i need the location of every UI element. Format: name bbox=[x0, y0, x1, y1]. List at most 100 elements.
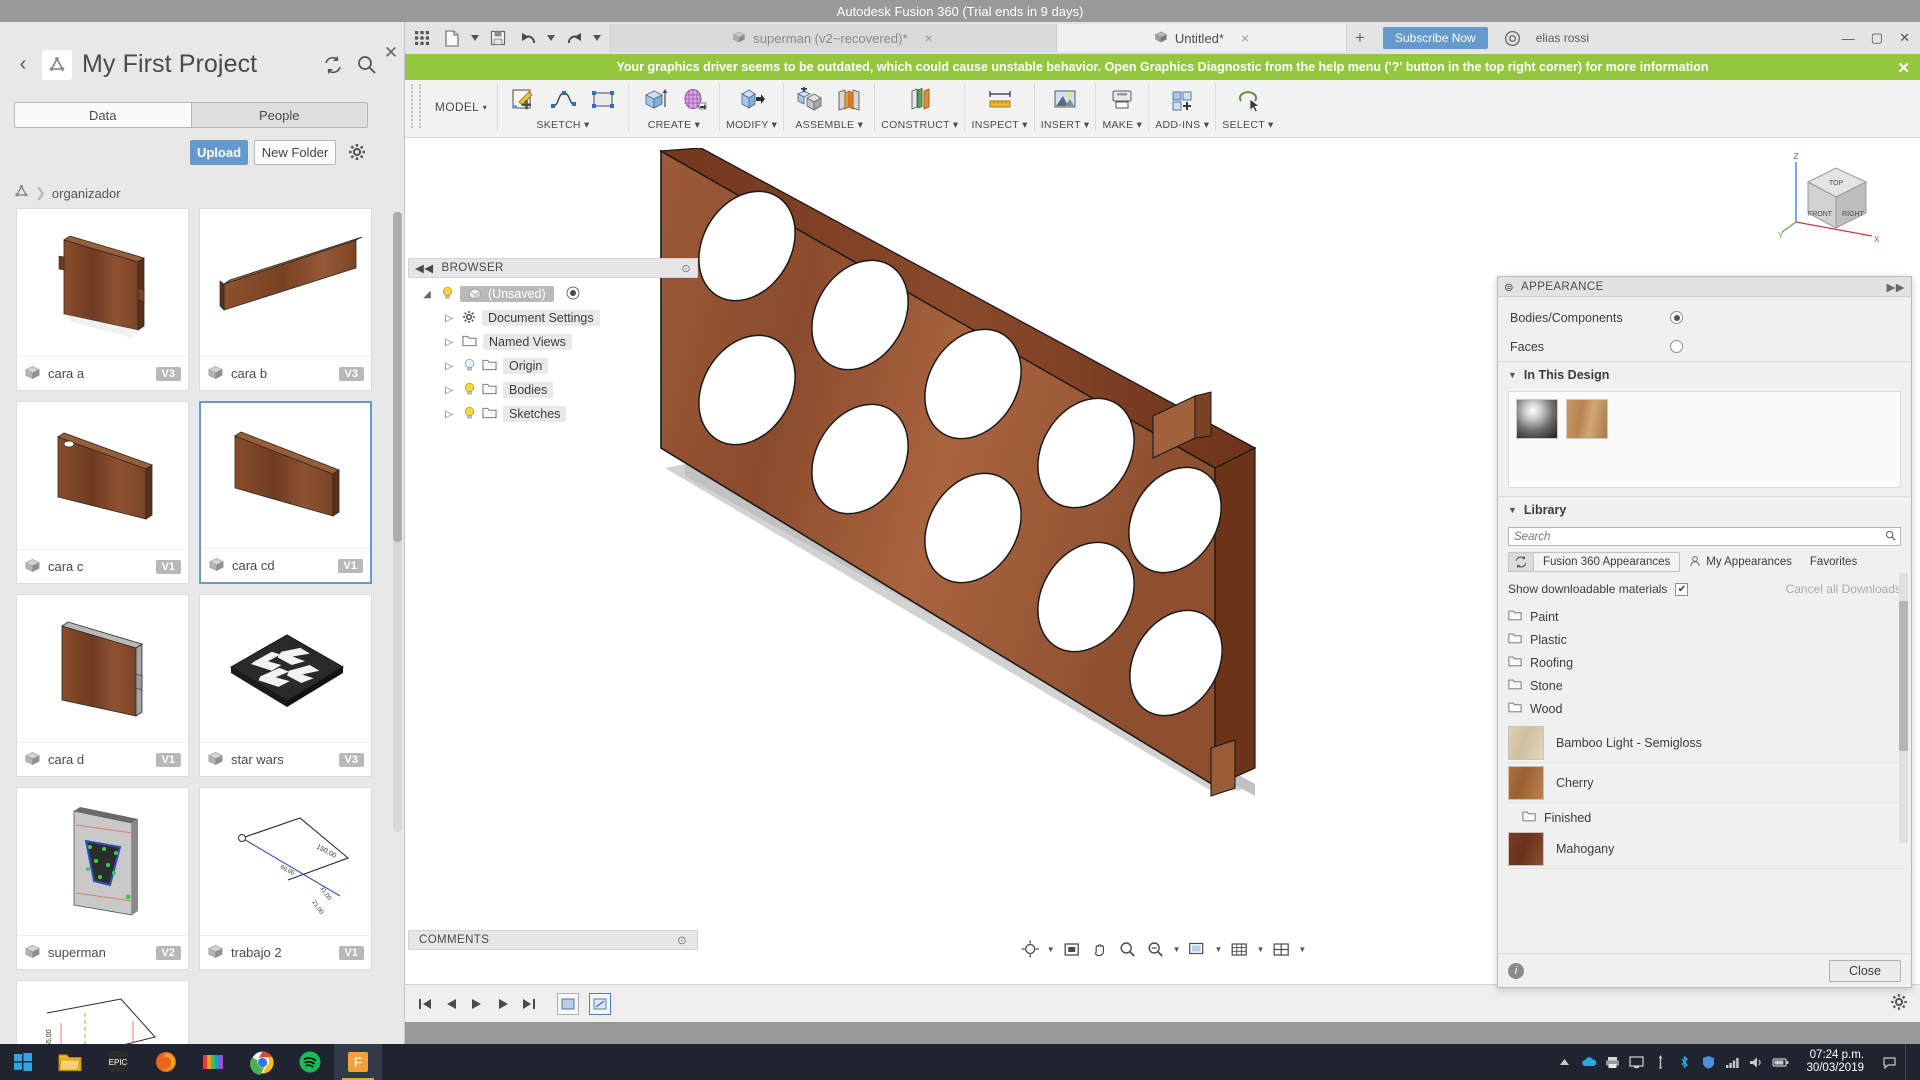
new-component-icon[interactable] bbox=[790, 83, 828, 117]
ribbon-label-assemble[interactable]: ASSEMBLE ▾ bbox=[795, 119, 863, 131]
save-icon[interactable] bbox=[485, 25, 511, 51]
list-item[interactable]: 150,00 60,00 31,00 21,00 trabajo 2 V1 bbox=[199, 787, 372, 970]
taskbar-clock[interactable]: 07:24 p.m. 30/03/2019 bbox=[1796, 1049, 1874, 1075]
search-icon[interactable] bbox=[356, 54, 378, 76]
info-icon[interactable]: i bbox=[1508, 962, 1524, 979]
tree-node-unsaved[interactable]: (Unsaved) bbox=[460, 286, 554, 302]
bluetooth-icon[interactable] bbox=[1676, 1054, 1693, 1071]
grid-snaps-icon[interactable] bbox=[1228, 938, 1250, 960]
zoom-window-icon[interactable] bbox=[1145, 938, 1167, 960]
tree-row-named-views[interactable]: ▷ Named Views bbox=[408, 330, 698, 354]
ribbon-label-inspect[interactable]: INSPECT ▾ bbox=[971, 119, 1027, 131]
list-item-roofing[interactable]: Roofing bbox=[1508, 651, 1905, 674]
close-icon[interactable]: ✕ bbox=[382, 44, 400, 62]
close-button[interactable]: Close bbox=[1829, 959, 1901, 982]
panel-dot-icon[interactable]: ⊙ bbox=[681, 262, 691, 275]
measure-icon[interactable] bbox=[981, 83, 1019, 117]
monitor-icon[interactable] bbox=[1628, 1054, 1645, 1071]
taskbar-google-chrome[interactable] bbox=[238, 1044, 286, 1080]
display-settings-icon[interactable] bbox=[1187, 938, 1209, 960]
show-desktop-button[interactable] bbox=[1905, 1044, 1912, 1080]
expand-triangle-icon[interactable]: ▷ bbox=[442, 313, 456, 324]
close-button[interactable]: ✕ bbox=[1899, 30, 1910, 46]
lightbulb-icon[interactable] bbox=[440, 286, 454, 303]
taskbar-firefox[interactable] bbox=[142, 1044, 190, 1080]
expand-triangle-icon[interactable]: ▷ bbox=[442, 337, 456, 348]
ribbon-label-select[interactable]: SELECT ▾ bbox=[1222, 119, 1273, 131]
skip-last-icon[interactable] bbox=[521, 995, 537, 1013]
play-icon[interactable] bbox=[469, 995, 485, 1013]
library-scrollbar[interactable] bbox=[1899, 573, 1908, 843]
document-tab-superman[interactable]: superman (v2~recovered)* × bbox=[609, 24, 1057, 52]
3d-print-icon[interactable] bbox=[1103, 83, 1141, 117]
joint-icon[interactable] bbox=[830, 83, 868, 117]
tree-row-bodies[interactable]: ▷ Bodies bbox=[408, 378, 698, 402]
maximize-button[interactable]: ▢ bbox=[1871, 30, 1883, 46]
expand-triangle-icon[interactable]: ◢ bbox=[420, 289, 434, 300]
ribbon-label-create[interactable]: CREATE ▾ bbox=[648, 119, 700, 131]
taskbar-epic-games[interactable]: EPIC bbox=[94, 1044, 142, 1080]
select-cursor-icon[interactable] bbox=[1229, 83, 1267, 117]
new-file-icon[interactable] bbox=[439, 25, 465, 51]
lightbulb-icon[interactable] bbox=[462, 406, 476, 423]
apply-to-faces-radio[interactable] bbox=[1670, 340, 1683, 353]
help-icon[interactable] bbox=[1500, 25, 1526, 51]
shield-icon[interactable] bbox=[1700, 1054, 1717, 1071]
network-icon[interactable] bbox=[1724, 1054, 1741, 1071]
close-icon[interactable]: × bbox=[925, 30, 933, 46]
step-back-icon[interactable] bbox=[443, 995, 459, 1013]
ribbon-label-construct[interactable]: CONSTRUCT ▾ bbox=[881, 119, 958, 131]
library-list[interactable]: Paint Plastic Roofing Stone Wood Bamboo … bbox=[1508, 605, 1905, 895]
list-item[interactable]: 65,00 bbox=[16, 980, 189, 1044]
caret-down-icon[interactable]: ▼ bbox=[1047, 945, 1055, 954]
caret-down-icon[interactable] bbox=[545, 25, 557, 51]
swatch-chrome-polished[interactable] bbox=[1516, 399, 1558, 439]
timeline-feature-extrude[interactable] bbox=[557, 992, 579, 1015]
list-item-stone[interactable]: Stone bbox=[1508, 674, 1905, 697]
tree-row-root[interactable]: ◢ (Unsaved) bbox=[408, 282, 698, 306]
gear-icon[interactable] bbox=[348, 143, 366, 164]
caret-down-icon[interactable]: ▼ bbox=[1256, 945, 1264, 954]
caret-down-icon[interactable] bbox=[591, 25, 603, 51]
cancel-downloads-label[interactable]: Cancel all Downloads bbox=[1786, 582, 1901, 596]
breadcrumb-folder-label[interactable]: organizador bbox=[52, 186, 121, 201]
tree-row-sketches[interactable]: ▷ Sketches bbox=[408, 402, 698, 426]
caret-down-icon[interactable] bbox=[469, 25, 481, 51]
undo-icon[interactable] bbox=[515, 25, 541, 51]
new-tab-button[interactable]: + bbox=[1347, 28, 1373, 48]
expand-triangle-icon[interactable]: ▷ bbox=[442, 409, 456, 420]
timeline-feature-sketch[interactable] bbox=[589, 992, 611, 1015]
press-pull-icon[interactable] bbox=[733, 83, 771, 117]
tab-fusion-appearances[interactable]: Fusion 360 Appearances bbox=[1534, 552, 1681, 572]
list-item[interactable]: cara d V1 bbox=[16, 594, 189, 777]
taskbar-file-explorer[interactable] bbox=[46, 1044, 94, 1080]
list-item[interactable]: cara c V1 bbox=[16, 401, 189, 584]
apply-to-faces-row[interactable]: Faces bbox=[1498, 332, 1911, 361]
breadcrumb-root-icon[interactable] bbox=[14, 184, 29, 202]
document-tab-untitled[interactable]: Untitled* × bbox=[1057, 24, 1347, 52]
collapse-left-icon[interactable]: ◀◀ bbox=[415, 261, 434, 275]
tree-row-origin[interactable]: ▷ Origin bbox=[408, 354, 698, 378]
ribbon-label-make[interactable]: MAKE ▾ bbox=[1102, 119, 1142, 131]
list-item-paint[interactable]: Paint bbox=[1508, 605, 1905, 628]
skip-first-icon[interactable] bbox=[417, 995, 433, 1013]
search-input[interactable] bbox=[1514, 530, 1895, 543]
ribbon-grip[interactable] bbox=[411, 84, 421, 128]
create-sketch-icon[interactable] bbox=[504, 83, 542, 117]
zoom-icon[interactable] bbox=[1117, 938, 1139, 960]
pan-icon[interactable] bbox=[1089, 938, 1111, 960]
pan-fit-icon[interactable] bbox=[1061, 938, 1083, 960]
ribbon-label-modify[interactable]: MODIFY ▾ bbox=[726, 119, 777, 131]
chevron-up-icon[interactable] bbox=[1556, 1054, 1573, 1071]
close-icon[interactable]: ✕ bbox=[1897, 59, 1910, 77]
search-icon[interactable] bbox=[1885, 530, 1896, 544]
list-item-cherry[interactable]: Cherry bbox=[1508, 763, 1905, 803]
display-toggle-icon[interactable] bbox=[566, 286, 580, 303]
user-name[interactable]: elias rossi bbox=[1536, 31, 1589, 45]
list-item-bamboo[interactable]: Bamboo Light - Semigloss bbox=[1508, 723, 1905, 763]
usb-icon[interactable] bbox=[1652, 1054, 1669, 1071]
tab-data[interactable]: Data bbox=[15, 103, 191, 127]
caret-down-icon[interactable]: ▼ bbox=[1215, 945, 1223, 954]
lightbulb-icon[interactable] bbox=[462, 358, 476, 375]
refresh-icon[interactable] bbox=[1508, 552, 1534, 572]
